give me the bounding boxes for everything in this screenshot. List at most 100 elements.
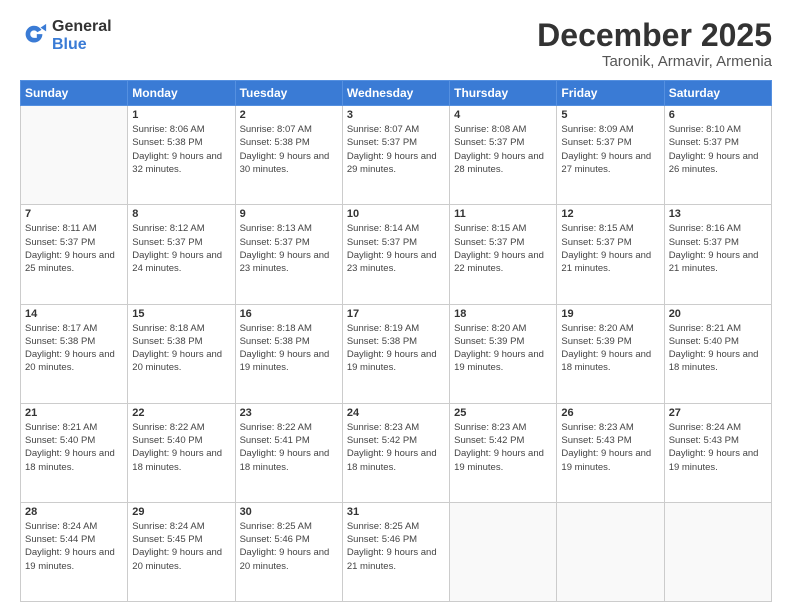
day-info: Sunrise: 8:15 AMSunset: 5:37 PMDaylight:… [454, 222, 552, 275]
calendar-cell: 21 Sunrise: 8:21 AMSunset: 5:40 PMDayligh… [21, 403, 128, 502]
day-info: Sunrise: 8:21 AMSunset: 5:40 PMDaylight:… [669, 322, 767, 375]
calendar-cell: 19 Sunrise: 8:20 AMSunset: 5:39 PMDayligh… [557, 304, 664, 403]
day-info: Sunrise: 8:25 AMSunset: 5:46 PMDaylight:… [240, 520, 338, 573]
calendar-cell: 14 Sunrise: 8:17 AMSunset: 5:38 PMDayligh… [21, 304, 128, 403]
day-info: Sunrise: 8:20 AMSunset: 5:39 PMDaylight:… [454, 322, 552, 375]
day-number: 15 [132, 308, 230, 320]
calendar-header-sunday: Sunday [21, 81, 128, 106]
day-info: Sunrise: 8:21 AMSunset: 5:40 PMDaylight:… [25, 421, 123, 474]
day-info: Sunrise: 8:23 AMSunset: 5:43 PMDaylight:… [561, 421, 659, 474]
day-info: Sunrise: 8:17 AMSunset: 5:38 PMDaylight:… [25, 322, 123, 375]
day-info: Sunrise: 8:20 AMSunset: 5:39 PMDaylight:… [561, 322, 659, 375]
logo-general-label: General [52, 18, 112, 36]
day-info: Sunrise: 8:14 AMSunset: 5:37 PMDaylight:… [347, 222, 445, 275]
day-number: 24 [347, 407, 445, 419]
calendar-header-friday: Friday [557, 81, 664, 106]
calendar-header-thursday: Thursday [450, 81, 557, 106]
page: General Blue December 2025 Taronik, Arma… [0, 0, 792, 612]
calendar-cell: 6 Sunrise: 8:10 AMSunset: 5:37 PMDaylight… [664, 106, 771, 205]
day-number: 13 [669, 208, 767, 220]
calendar-cell: 26Sunrise: 8:23 AMSunset: 5:43 PMDayligh… [557, 403, 664, 502]
day-number: 30 [240, 506, 338, 518]
day-number: 25 [454, 407, 552, 419]
day-info: Sunrise: 8:24 AMSunset: 5:44 PMDaylight:… [25, 520, 123, 573]
day-number: 14 [25, 308, 123, 320]
calendar-cell: 3 Sunrise: 8:07 AMSunset: 5:37 PMDaylight… [342, 106, 449, 205]
calendar-week-4: 21 Sunrise: 8:21 AMSunset: 5:40 PMDayligh… [21, 403, 772, 502]
day-number: 5 [561, 109, 659, 121]
calendar-cell: 25 Sunrise: 8:23 AMSunset: 5:42 PMDayligh… [450, 403, 557, 502]
day-number: 7 [25, 208, 123, 220]
day-number: 22 [132, 407, 230, 419]
subtitle: Taronik, Armavir, Armenia [537, 53, 772, 70]
day-info: Sunrise: 8:12 AMSunset: 5:37 PMDaylight:… [132, 222, 230, 275]
day-number: 21 [25, 407, 123, 419]
calendar-cell [557, 502, 664, 601]
day-number: 6 [669, 109, 767, 121]
calendar-table: SundayMondayTuesdayWednesdayThursdayFrid… [20, 80, 772, 602]
calendar-cell: 24 Sunrise: 8:23 AMSunset: 5:42 PMDayligh… [342, 403, 449, 502]
calendar-cell: 4 Sunrise: 8:08 AMSunset: 5:37 PMDaylight… [450, 106, 557, 205]
day-number: 20 [669, 308, 767, 320]
day-number: 28 [25, 506, 123, 518]
day-number: 18 [454, 308, 552, 320]
calendar-cell [21, 106, 128, 205]
day-info: Sunrise: 8:10 AMSunset: 5:37 PMDaylight:… [669, 123, 767, 176]
day-number: 16 [240, 308, 338, 320]
calendar-cell: 9 Sunrise: 8:13 AMSunset: 5:37 PMDaylight… [235, 205, 342, 304]
day-number: 3 [347, 109, 445, 121]
calendar-cell [450, 502, 557, 601]
calendar-header-saturday: Saturday [664, 81, 771, 106]
logo-text: General Blue [52, 18, 112, 53]
day-info: Sunrise: 8:18 AMSunset: 5:38 PMDaylight:… [132, 322, 230, 375]
calendar-cell: 12 Sunrise: 8:15 AMSunset: 5:37 PMDayligh… [557, 205, 664, 304]
day-number: 27 [669, 407, 767, 419]
day-number: 19 [561, 308, 659, 320]
day-number: 10 [347, 208, 445, 220]
calendar-cell: 15 Sunrise: 8:18 AMSunset: 5:38 PMDayligh… [128, 304, 235, 403]
day-info: Sunrise: 8:06 AMSunset: 5:38 PMDaylight:… [132, 123, 230, 176]
calendar-cell: 20 Sunrise: 8:21 AMSunset: 5:40 PMDayligh… [664, 304, 771, 403]
calendar-week-1: 1 Sunrise: 8:06 AMSunset: 5:38 PMDaylight… [21, 106, 772, 205]
calendar-cell: 11 Sunrise: 8:15 AMSunset: 5:37 PMDayligh… [450, 205, 557, 304]
day-info: Sunrise: 8:23 AMSunset: 5:42 PMDaylight:… [454, 421, 552, 474]
day-info: Sunrise: 8:23 AMSunset: 5:42 PMDaylight:… [347, 421, 445, 474]
day-info: Sunrise: 8:18 AMSunset: 5:38 PMDaylight:… [240, 322, 338, 375]
day-info: Sunrise: 8:08 AMSunset: 5:37 PMDaylight:… [454, 123, 552, 176]
calendar-cell: 28 Sunrise: 8:24 AMSunset: 5:44 PMDayligh… [21, 502, 128, 601]
day-info: Sunrise: 8:19 AMSunset: 5:38 PMDaylight:… [347, 322, 445, 375]
day-number: 29 [132, 506, 230, 518]
day-info: Sunrise: 8:11 AMSunset: 5:37 PMDaylight:… [25, 222, 123, 275]
day-number: 1 [132, 109, 230, 121]
main-title: December 2025 [537, 18, 772, 53]
day-number: 4 [454, 109, 552, 121]
calendar-header-wednesday: Wednesday [342, 81, 449, 106]
day-number: 23 [240, 407, 338, 419]
day-info: Sunrise: 8:15 AMSunset: 5:37 PMDaylight:… [561, 222, 659, 275]
day-number: 8 [132, 208, 230, 220]
day-number: 17 [347, 308, 445, 320]
calendar-cell: 30 Sunrise: 8:25 AMSunset: 5:46 PMDayligh… [235, 502, 342, 601]
calendar-cell: 22Sunrise: 8:22 AMSunset: 5:40 PMDayligh… [128, 403, 235, 502]
calendar-cell: 17 Sunrise: 8:19 AMSunset: 5:38 PMDayligh… [342, 304, 449, 403]
day-number: 11 [454, 208, 552, 220]
day-info: Sunrise: 8:24 AMSunset: 5:43 PMDaylight:… [669, 421, 767, 474]
day-info: Sunrise: 8:13 AMSunset: 5:37 PMDaylight:… [240, 222, 338, 275]
calendar-cell: 27 Sunrise: 8:24 AMSunset: 5:43 PMDayligh… [664, 403, 771, 502]
day-number: 9 [240, 208, 338, 220]
calendar-week-3: 14 Sunrise: 8:17 AMSunset: 5:38 PMDayligh… [21, 304, 772, 403]
day-info: Sunrise: 8:25 AMSunset: 5:46 PMDaylight:… [347, 520, 445, 573]
calendar-cell: 1 Sunrise: 8:06 AMSunset: 5:38 PMDaylight… [128, 106, 235, 205]
calendar-week-5: 28 Sunrise: 8:24 AMSunset: 5:44 PMDayligh… [21, 502, 772, 601]
calendar-cell: 16 Sunrise: 8:18 AMSunset: 5:38 PMDayligh… [235, 304, 342, 403]
calendar-cell: 5Sunrise: 8:09 AMSunset: 5:37 PMDaylight… [557, 106, 664, 205]
day-number: 12 [561, 208, 659, 220]
calendar-cell [664, 502, 771, 601]
calendar-header-tuesday: Tuesday [235, 81, 342, 106]
calendar-header-monday: Monday [128, 81, 235, 106]
calendar-cell: 10 Sunrise: 8:14 AMSunset: 5:37 PMDayligh… [342, 205, 449, 304]
calendar-cell: 13Sunrise: 8:16 AMSunset: 5:37 PMDayligh… [664, 205, 771, 304]
calendar-cell: 7 Sunrise: 8:11 AMSunset: 5:37 PMDaylight… [21, 205, 128, 304]
day-info: Sunrise: 8:22 AMSunset: 5:41 PMDaylight:… [240, 421, 338, 474]
day-info: Sunrise: 8:07 AMSunset: 5:37 PMDaylight:… [347, 123, 445, 176]
